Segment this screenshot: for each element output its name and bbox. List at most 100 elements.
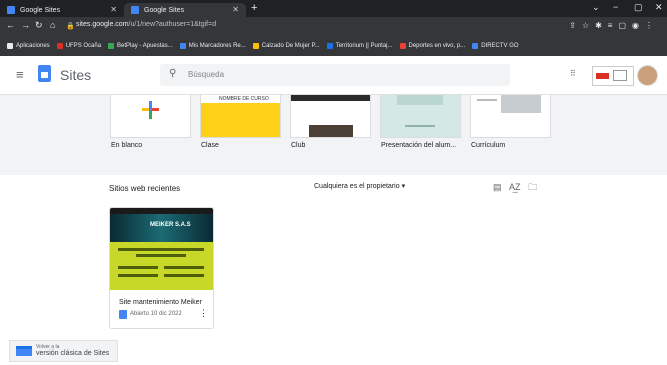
template-label: Currículum [471, 142, 506, 149]
bookmark-label: Mis Marcadores Re... [188, 43, 246, 49]
site-opened-date: Abierto 10 dic 2022 [130, 311, 182, 317]
owner-filter-dropdown[interactable]: Cualquiera es el propietario ▾ [314, 182, 405, 190]
tile-line [405, 125, 435, 127]
template-clase[interactable]: NOMBRE DE CURSO [200, 95, 281, 138]
sites-favicon-icon [7, 6, 15, 14]
template-label: Club [291, 142, 306, 149]
avatar[interactable] [637, 65, 658, 86]
bookmark-label: Aplicaciones [16, 43, 50, 49]
template-label: Clase [201, 142, 219, 149]
bookmark-deportes[interactable]: Deportes en vivo, p... [399, 43, 466, 49]
owner-filter-label: Cualquiera es el propietario [314, 183, 400, 190]
thumbnail-line [118, 274, 158, 277]
maximize-button[interactable]: ▢ [634, 2, 643, 13]
bookmark-aplicaciones[interactable]: Aplicaciones [7, 43, 50, 49]
bookmark-territorium[interactable]: Territorium || Puntaj... [326, 43, 393, 49]
folder-icon[interactable]: 🗀 [528, 182, 537, 192]
url-field[interactable]: sites.google.com/u/1/new?authuser=1&tgif… [76, 21, 216, 28]
thumbnail-line [118, 248, 204, 251]
new-tab-button[interactable]: + [251, 2, 257, 14]
bookmark-label: DIRECTV GO [481, 43, 519, 49]
menu-icon[interactable]: ≡ [16, 67, 24, 82]
territorium-icon [326, 43, 333, 49]
template-curriculum[interactable] [470, 95, 551, 138]
browser-tab[interactable]: Google Sites ✕ [0, 3, 124, 17]
classic-sites-button[interactable]: Volver a la versión clásica de Sites [9, 340, 118, 362]
bookmark-calzado[interactable]: Calzado De Mujer P... [252, 43, 320, 49]
view-toolbar[interactable]: ▤ A͢Z 🗀 [493, 180, 537, 196]
tile-header [291, 95, 370, 101]
bookmark-label: BetPlay - Apuestas... [117, 43, 173, 49]
sort-az-icon[interactable]: A͢Z [509, 182, 521, 192]
site-name: Site mantenimiento Meiker [119, 299, 202, 306]
betplay-icon [108, 43, 115, 49]
site-card[interactable]: MEIKER S.A.S Site mantenimiento Meiker A… [109, 207, 214, 329]
ufps-icon [56, 43, 63, 49]
caret-down-icon: ▾ [401, 183, 406, 190]
thumbnail-hero [110, 214, 213, 242]
calzado-icon [252, 43, 259, 49]
marcadores-icon [179, 43, 186, 49]
bookmark-label: UFPS Ocaña [65, 43, 102, 49]
template-gallery: En blanco NOMBRE DE CURSO Clase Club Pre… [0, 95, 667, 175]
deportes-icon [399, 43, 406, 49]
section-title: Sitios web recientes [109, 184, 181, 193]
plus-icon-part [149, 111, 152, 119]
reload-icon[interactable]: ↻ [35, 20, 43, 31]
bookmark-label: Deportes en vivo, p... [408, 43, 466, 49]
browser-tab-active[interactable]: Google Sites ✕ [124, 3, 246, 17]
apps-grid-icon [7, 43, 13, 49]
search-placeholder: Búsqueda [188, 70, 225, 79]
app-header: ≡ Sites ⚲ Búsqueda ⠿ [0, 56, 667, 95]
directv-icon [472, 43, 479, 49]
bookmarks-bar: Aplicaciones UFPS Ocaña BetPlay - Apuest… [0, 36, 667, 56]
sites-logo-icon[interactable] [38, 65, 51, 82]
template-label: En blanco [111, 142, 143, 149]
thumbnail-line [164, 266, 204, 269]
tile-image [501, 95, 541, 113]
template-label: Presentación del alum... [381, 142, 457, 149]
bookmark-directv[interactable]: DIRECTV GO [472, 43, 519, 49]
address-bar-row: ← → ↻ ⌂ 🔒 sites.google.com/u/1/new?authu… [0, 17, 667, 36]
search-input[interactable]: ⚲ Búsqueda [160, 64, 510, 86]
template-blank[interactable] [110, 95, 191, 138]
sites-doc-icon [119, 310, 127, 319]
bookmark-label: Territorium || Puntaj... [335, 43, 393, 49]
back-arrow-icon[interactable]: ← [6, 20, 15, 30]
bookmark-marcadores[interactable]: Mis Marcadores Re... [179, 43, 246, 49]
search-icon: ⚲ [169, 68, 177, 79]
more-options-icon[interactable]: ⋮ [199, 308, 208, 319]
browser-tab-bar: Google Sites ✕ Google Sites ✕ + ⌄ − ▢ ✕ [0, 0, 667, 17]
tile-image [309, 125, 353, 137]
tab-title: Google Sites [144, 6, 185, 14]
badge-flag-icon [596, 73, 609, 79]
close-window-button[interactable]: ✕ [655, 2, 663, 13]
template-club[interactable] [290, 95, 371, 138]
close-tab-icon[interactable]: ✕ [232, 5, 239, 14]
lock-icon: 🔒 [66, 23, 75, 30]
thumbnail-line [118, 266, 158, 269]
toolbar-icons[interactable]: ⇪☆✱≡▢◉⋮ [569, 21, 659, 30]
sites-favicon-icon [131, 6, 139, 14]
envelope-icon [613, 70, 627, 81]
list-view-icon[interactable]: ▤ [493, 182, 502, 192]
forward-arrow-icon[interactable]: → [21, 20, 30, 30]
bookmark-betplay[interactable]: BetPlay - Apuestas... [108, 43, 173, 49]
close-tab-icon[interactable]: ✕ [110, 5, 117, 14]
app-title: Sites [60, 67, 92, 83]
bookmark-ufps[interactable]: UFPS Ocaña [56, 43, 102, 49]
bookmark-label: Calzado De Mujer P... [261, 43, 320, 49]
tab-search-icon[interactable]: ⌄ [592, 2, 600, 13]
tab-title: Google Sites [20, 6, 61, 14]
apps-grid-icon[interactable]: ⠿ [570, 69, 576, 78]
tile-image [397, 95, 443, 105]
classic-sites-icon [16, 346, 32, 356]
minimize-button[interactable]: − [613, 2, 618, 12]
account-badge[interactable] [592, 66, 634, 86]
template-presentacion[interactable] [380, 95, 461, 138]
thumbnail-line [164, 274, 204, 277]
home-icon[interactable]: ⌂ [50, 20, 55, 30]
site-thumbnail: MEIKER S.A.S [110, 208, 213, 290]
thumbnail-line [136, 254, 186, 257]
classic-line2: versión clásica de Sites [36, 350, 110, 357]
